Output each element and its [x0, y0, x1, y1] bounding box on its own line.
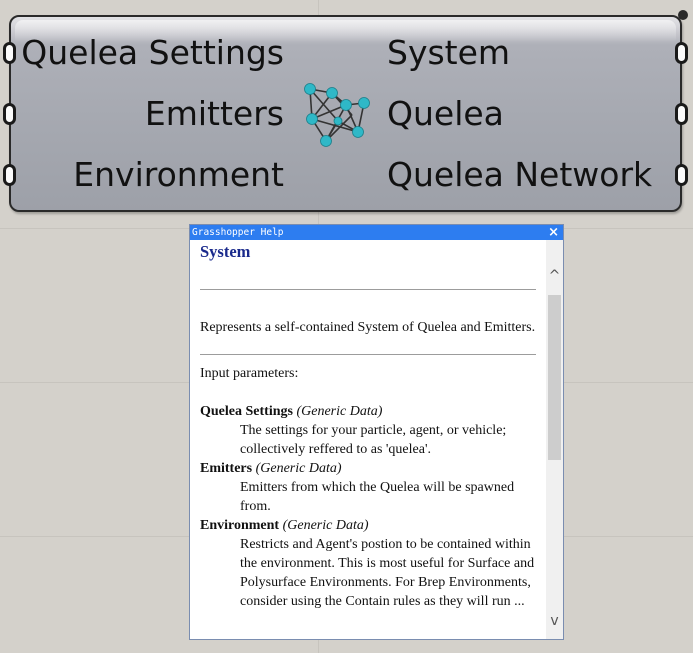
output-label-quelea[interactable]: Quelea: [387, 94, 504, 134]
scrollbar-thumb[interactable]: [548, 295, 561, 460]
help-heading: System: [200, 242, 251, 261]
param-entry-emitters: Emitters (Generic Data): [200, 459, 536, 478]
input-label-environment[interactable]: Environment: [73, 155, 284, 195]
input-parameters-header: Input parameters:: [200, 366, 299, 381]
help-description: Represents a self-contained System of Qu…: [200, 320, 536, 335]
help-window[interactable]: Grasshopper Help × System Represents a s…: [189, 224, 564, 640]
param-description: Emitters from which the Quelea will be s…: [240, 480, 515, 514]
param-name: Quelea Settings: [200, 404, 293, 419]
help-title: Grasshopper Help: [192, 227, 284, 238]
scroll-up-icon[interactable]: ^: [546, 268, 563, 284]
output-label-system[interactable]: System: [387, 33, 510, 73]
help-titlebar[interactable]: Grasshopper Help ×: [190, 225, 563, 240]
param-entry-quelea-settings: Quelea Settings (Generic Data): [200, 402, 536, 421]
output-label-quelea-network[interactable]: Quelea Network: [387, 155, 652, 195]
input-label-quelea-settings[interactable]: Quelea Settings: [21, 33, 284, 73]
system-component[interactable]: Quelea Settings Emitters Environment Sys…: [3, 15, 688, 212]
close-icon[interactable]: ×: [548, 225, 559, 240]
output-grip-system[interactable]: [675, 42, 688, 64]
input-grip-environment[interactable]: [3, 164, 16, 186]
param-type: (Generic Data): [282, 518, 369, 533]
help-content: System Represents a self-contained Syste…: [190, 240, 546, 639]
input-grip-emitters[interactable]: [3, 103, 16, 125]
param-description: Restricts and Agent's postion to be cont…: [240, 537, 535, 609]
param-description: The settings for your particle, agent, o…: [240, 423, 507, 457]
input-grip-quelea-settings[interactable]: [3, 42, 16, 64]
param-type: (Generic Data): [296, 404, 383, 419]
param-name: Emitters: [200, 461, 253, 476]
output-grip-quelea[interactable]: [675, 103, 688, 125]
param-entry-environment: Environment (Generic Data): [200, 516, 536, 535]
param-name: Environment: [200, 518, 280, 533]
output-grip-quelea-network[interactable]: [675, 164, 688, 186]
input-label-emitters[interactable]: Emitters: [145, 94, 284, 134]
scrollbar[interactable]: ^ v: [546, 240, 563, 639]
param-type: (Generic Data): [255, 461, 342, 476]
quelea-network-icon: [304, 83, 370, 147]
scroll-down-icon[interactable]: v: [546, 613, 563, 629]
